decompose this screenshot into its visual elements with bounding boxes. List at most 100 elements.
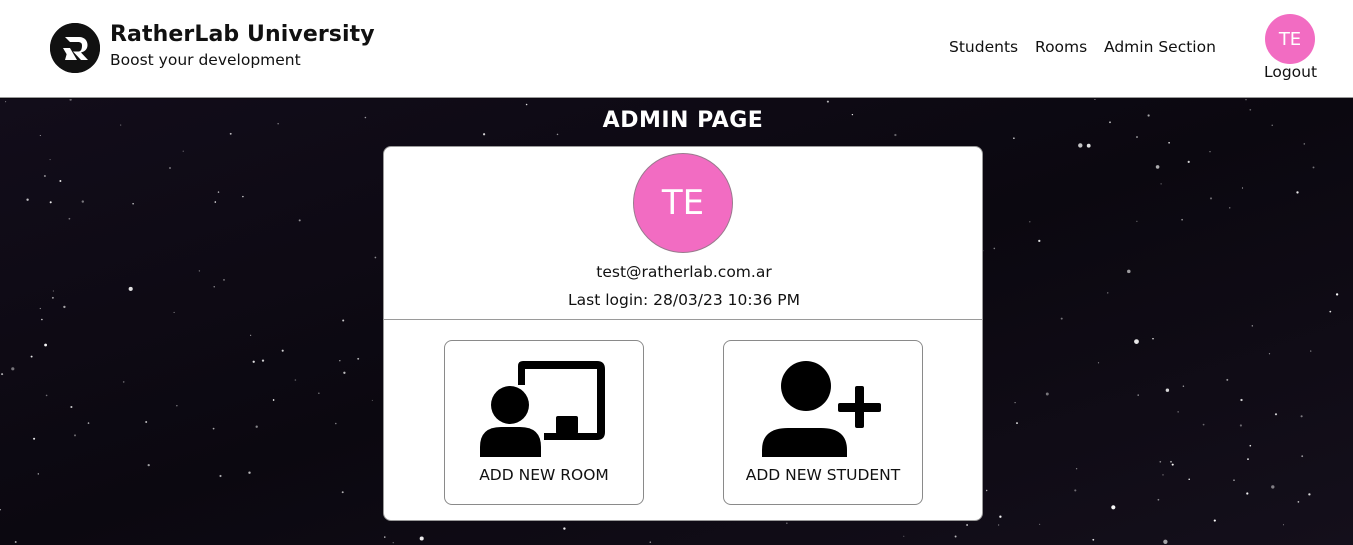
star: [343, 371, 346, 374]
star: [1136, 136, 1138, 138]
star: [1155, 165, 1160, 169]
star: [1152, 338, 1154, 340]
star: [1016, 422, 1018, 425]
star: [1233, 479, 1235, 481]
star: [339, 359, 341, 362]
star: [30, 355, 33, 358]
star: [248, 471, 251, 474]
star: [371, 399, 373, 401]
star: [1075, 468, 1078, 470]
star: [44, 343, 48, 347]
star: [1209, 197, 1213, 200]
brand-subtitle: Boost your development: [110, 51, 301, 69]
star: [1297, 501, 1300, 503]
star: [649, 541, 652, 543]
star: [1097, 362, 1100, 364]
nav-link-rooms[interactable]: Rooms: [1035, 38, 1087, 56]
star: [14, 541, 17, 543]
star: [1308, 493, 1311, 496]
star: [342, 319, 345, 322]
star: [997, 524, 1000, 526]
admin-profile-card: TE test@ratherlab.com.ar Last login: 28/…: [383, 146, 983, 521]
star: [81, 200, 84, 203]
star: [1268, 353, 1271, 355]
star: [1086, 143, 1091, 148]
star: [1296, 191, 1299, 194]
star: [1134, 339, 1139, 344]
star: [128, 286, 133, 291]
star: [1107, 292, 1109, 294]
star: [1170, 460, 1172, 463]
star: [223, 279, 225, 281]
profile-email: test@ratherlab.com.ar: [596, 263, 772, 281]
star: [1157, 498, 1160, 501]
star: [169, 167, 171, 169]
star: [894, 133, 897, 137]
star: [26, 198, 29, 201]
star: [1136, 220, 1138, 222]
top-navbar: RatherLab University Boost your developm…: [0, 0, 1353, 98]
add-new-student-button[interactable]: ADD NEW STUDENT: [723, 340, 923, 505]
star: [1168, 142, 1170, 144]
brand-title: RatherLab University: [110, 22, 375, 47]
star: [45, 394, 48, 397]
star: [1282, 524, 1285, 526]
star: [1171, 463, 1174, 466]
logout-link[interactable]: Logout: [1264, 63, 1317, 81]
star: [11, 367, 15, 371]
star: [173, 311, 175, 313]
star: [335, 422, 337, 425]
star: [1182, 385, 1185, 388]
star: [1310, 350, 1312, 352]
star: [214, 201, 217, 203]
star: [1335, 293, 1339, 296]
star: [1303, 143, 1306, 145]
star: [1127, 269, 1131, 274]
star: [419, 536, 424, 541]
add-new-room-label: ADD NEW ROOM: [479, 466, 609, 484]
star: [213, 286, 215, 288]
star: [219, 474, 222, 478]
star: [250, 334, 252, 336]
add-new-room-button[interactable]: ADD NEW ROOM: [444, 340, 644, 505]
star: [1249, 444, 1252, 447]
star: [1246, 492, 1249, 495]
star: [1045, 392, 1049, 396]
star: [525, 103, 528, 106]
star: [122, 381, 125, 383]
star: [1111, 505, 1116, 510]
nav-link-admin-section[interactable]: Admin Section: [1104, 38, 1216, 56]
star: [1187, 160, 1190, 163]
star: [229, 132, 232, 135]
star: [261, 359, 265, 362]
star: [1226, 378, 1229, 381]
nav-link-students[interactable]: Students: [949, 38, 1018, 56]
star: [298, 219, 301, 222]
star: [132, 203, 134, 205]
star: [826, 100, 829, 103]
star: [217, 191, 220, 193]
star: [986, 489, 988, 492]
star: [1137, 394, 1139, 396]
star: [39, 134, 41, 137]
star: [903, 535, 905, 537]
ratherlab-logo-icon[interactable]: [50, 23, 100, 73]
star: [1078, 143, 1083, 148]
star: [39, 307, 41, 310]
star: [255, 425, 258, 428]
star: [59, 180, 62, 182]
star: [318, 392, 320, 394]
user-avatar[interactable]: TE: [1265, 14, 1315, 64]
chalkboard-user-icon: [445, 355, 643, 465]
star: [294, 379, 297, 381]
star: [1029, 221, 1031, 223]
star: [51, 296, 54, 299]
star: [70, 405, 73, 409]
star: [1038, 523, 1041, 526]
star: [384, 536, 386, 538]
star: [1213, 519, 1216, 522]
star: [5, 101, 7, 103]
star: [1188, 478, 1190, 481]
star: [1160, 183, 1162, 185]
star: [966, 524, 969, 526]
